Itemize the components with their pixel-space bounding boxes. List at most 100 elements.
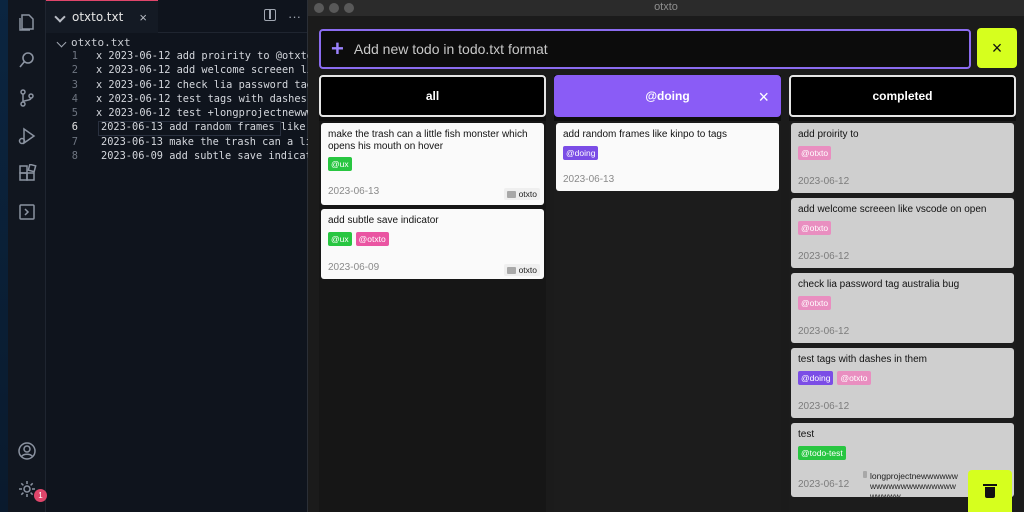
card-date: 2023-06-12 — [798, 479, 850, 490]
todo-card-completed[interactable]: add proirity to @otxto 2023-06-12 — [791, 123, 1014, 193]
more-actions-icon[interactable]: ··· — [288, 9, 301, 24]
column-doing: @doing × add random frames like kinpo to… — [554, 75, 781, 512]
project-label[interactable]: otxto — [503, 264, 540, 276]
column-body: add random frames like kinpo to tags @do… — [554, 121, 781, 512]
tag-otxto[interactable]: @otxto — [798, 295, 832, 310]
trash-button[interactable] — [968, 470, 1012, 512]
file-icon — [56, 37, 67, 47]
tab-otxto-txt[interactable]: otxto.txt × — [46, 0, 158, 33]
tag-ux[interactable]: @ux — [328, 231, 352, 246]
tag-list: @otxto — [798, 145, 1007, 160]
code-editor: 1 otxto.txt × ··· otxto.txt 1 x 2023-06-1… — [0, 0, 352, 512]
code-area[interactable]: 1 x 2023-06-12 add proirity to @otxto 2 x … — [46, 50, 352, 164]
otxto-window: otxto + × all make the trash can a littl… — [308, 0, 1024, 512]
breadcrumb[interactable]: otxto.txt — [56, 35, 131, 49]
close-button[interactable]: × — [977, 28, 1017, 68]
todo-card[interactable]: add subtle save indicator @ux @otxto 202… — [321, 209, 544, 279]
card-title: add proirity to — [798, 129, 859, 140]
tag-todo-test[interactable]: @todo-test — [798, 445, 846, 460]
code-line: 7 2023-06-13 make the trash can a little — [46, 135, 326, 150]
add-todo-input[interactable] — [353, 41, 944, 57]
card-title: add random frames like kinpo to tags — [563, 129, 727, 140]
card-title: test — [798, 429, 815, 440]
line-text: 2023-06-13 add random frames like kinpo — [101, 121, 326, 134]
search-icon[interactable] — [17, 50, 37, 70]
todo-card[interactable]: add random frames like kinpo to tags @do… — [556, 123, 779, 191]
line-number: 2 — [71, 64, 78, 77]
line-text: x 2023-06-12 test +longprojectnewwwwwwww… — [96, 107, 328, 120]
trash-icon — [983, 483, 997, 499]
close-icon: × — [991, 37, 1003, 58]
card-title: check lia password tag australia bug — [798, 279, 960, 290]
code-line: 3 x 2023-06-12 check lia password tag — [46, 78, 313, 93]
tab-label: otxto.txt — [72, 10, 124, 24]
column-body: make the trash can a little fish monster… — [319, 121, 546, 512]
column-completed: completed add proirity to @otxto 2023-06… — [789, 75, 1016, 512]
code-line: 5 x 2023-06-12 test +longprojectnewwwwwww… — [46, 107, 328, 121]
code-line-active: 6 2023-06-13 add random frames like kinpo — [46, 121, 326, 136]
account-icon[interactable] — [17, 441, 37, 461]
card-title: make the trash can a little fish monster… — [328, 129, 528, 152]
tag-list: @todo-test — [798, 445, 1007, 460]
tag-list: @otxto — [798, 220, 1007, 235]
project-name: otxto — [518, 189, 537, 199]
breadcrumb-file: otxto.txt — [71, 35, 131, 49]
tag-ux[interactable]: @ux — [328, 157, 352, 172]
tag-list: @doing @otxto — [798, 370, 1007, 385]
column-title: completed — [872, 89, 933, 103]
file-icon — [54, 11, 66, 23]
line-number: 8 — [71, 150, 78, 163]
line-text: 2023-06-13 make the trash can a little — [101, 135, 326, 148]
column-header-doing[interactable]: @doing × — [554, 75, 781, 117]
card-title: test tags with dashes in them — [798, 354, 927, 365]
todo-card-completed[interactable]: check lia password tag australia bug @ot… — [791, 273, 1014, 343]
todo-card-completed[interactable]: test tags with dashes in them @doing @ot… — [791, 348, 1014, 418]
card-title: add subtle save indicator — [328, 215, 439, 226]
project-label[interactable]: longprojectnewwwwwwwwwwwwwwwwwwwwwwwww — [860, 470, 964, 502]
line-number: 5 — [71, 107, 78, 120]
tag-otxto[interactable]: @otxto — [798, 220, 832, 235]
card-date: 2023-06-09 — [328, 262, 380, 273]
card-date: 2023-06-12 — [798, 326, 850, 337]
card-title: add welcome screeen like vscode on open — [798, 204, 987, 215]
line-text: x 2023-06-12 add welcome screeen like vs… — [96, 64, 328, 77]
todo-card-completed[interactable]: add welcome screeen like vscode on open … — [791, 198, 1014, 268]
explorer-icon[interactable] — [17, 12, 37, 32]
editor-tab-bar: otxto.txt × ··· — [46, 0, 307, 33]
source-control-icon[interactable] — [17, 88, 37, 108]
remove-column-icon[interactable]: × — [758, 87, 769, 108]
editor-actions: ··· — [264, 9, 301, 24]
line-number: 6 — [71, 121, 78, 134]
settings-badge: 1 — [34, 489, 47, 502]
tab-close-icon[interactable]: × — [139, 10, 147, 25]
code-line: 1 x 2023-06-12 add proirity to @otxto — [46, 50, 352, 64]
tag-otxto[interactable]: @otxto — [355, 231, 389, 246]
line-number: 1 — [71, 50, 78, 62]
card-date: 2023-06-13 — [563, 174, 615, 185]
todo-card[interactable]: make the trash can a little fish monster… — [321, 123, 544, 205]
line-number: 4 — [71, 92, 78, 105]
window-title: otxto — [654, 1, 678, 13]
tag-otxto[interactable]: @otxto — [837, 370, 871, 385]
code-line: 8 2023-06-09 add subtle save indicator — [46, 150, 324, 164]
line-number: 7 — [71, 135, 78, 148]
code-line: 4 x 2023-06-12 test tags with dashes — [46, 93, 307, 107]
card-date: 2023-06-12 — [798, 401, 850, 412]
folder-icon — [863, 471, 867, 478]
run-debug-icon[interactable] — [17, 126, 37, 146]
line-text: x 2023-06-12 check lia password tag — [96, 78, 313, 91]
tag-doing[interactable]: @doing — [798, 370, 834, 385]
project-label[interactable]: otxto — [503, 188, 540, 200]
line-number: 3 — [71, 78, 78, 91]
remote-explorer-icon[interactable] — [17, 202, 37, 222]
project-name: longprojectnewwwwwwwwwwwwwwwwwwwwwwwww — [870, 471, 958, 501]
split-editor-icon[interactable] — [264, 9, 276, 21]
column-header-completed[interactable]: completed — [789, 75, 1016, 117]
column-title: all — [425, 89, 440, 103]
column-header-all[interactable]: all — [319, 75, 546, 117]
card-date: 2023-06-12 — [798, 176, 850, 187]
line-text: x 2023-06-12 add proirity to @otxto — [96, 50, 313, 62]
tag-doing[interactable]: @doing — [563, 145, 599, 160]
tag-otxto[interactable]: @otxto — [798, 145, 832, 160]
extensions-icon[interactable] — [17, 164, 37, 184]
